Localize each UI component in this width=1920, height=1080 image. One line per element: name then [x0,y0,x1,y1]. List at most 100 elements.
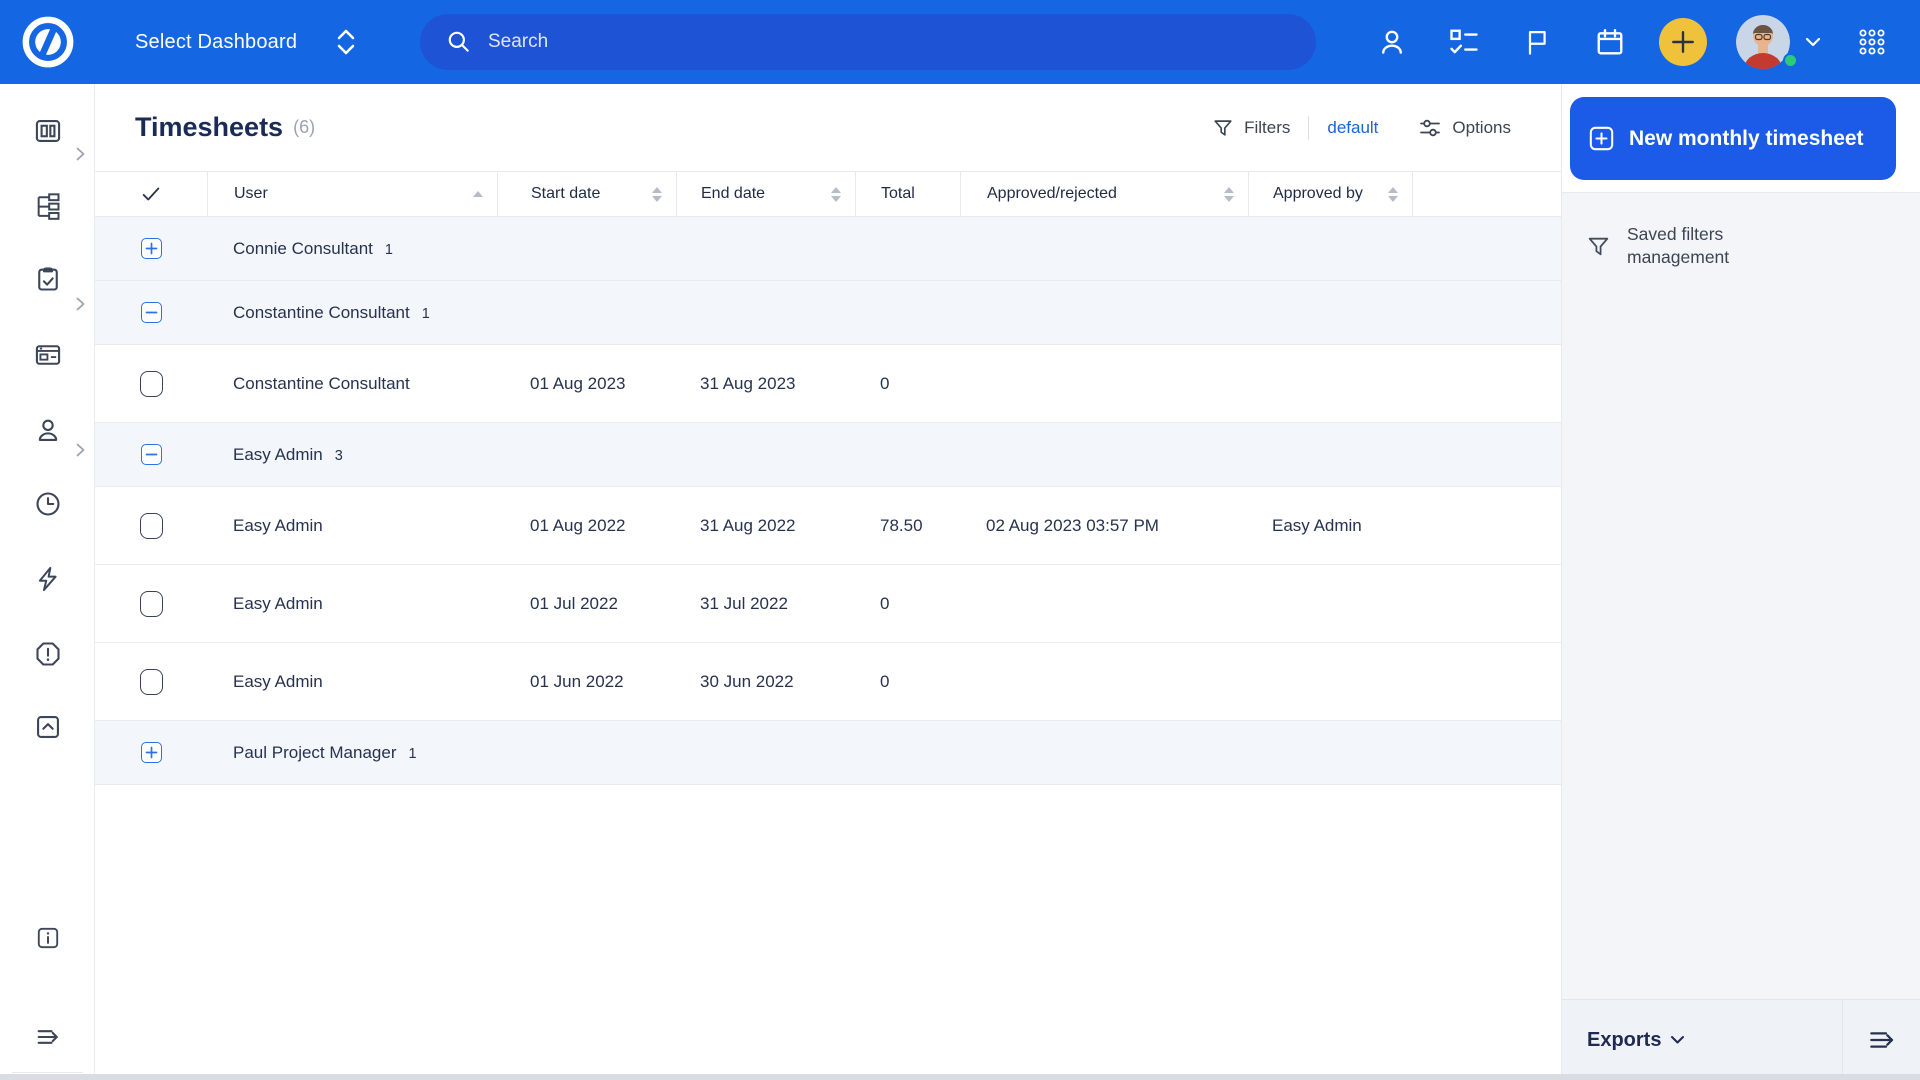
task-list-icon [1450,29,1478,54]
quick-actions-icon [38,566,57,592]
calendar-icon [1597,28,1623,55]
sidebar-item-boards[interactable] [0,331,95,379]
filters-button[interactable]: Filters [1212,117,1290,139]
table-row-group[interactable]: Easy Admin 3 [95,423,1561,487]
project-tree-icon [37,193,59,220]
time-icon [35,492,60,516]
sort-both-icon [1224,186,1234,202]
plus-square-icon [1589,126,1614,151]
sidebar-item-upgrade[interactable] [0,703,95,751]
cell-total: 0 [880,671,890,691]
table-row[interactable]: Constantine Consultant 01 Aug 2023 31 Au… [95,345,1561,423]
cell-total: 0 [880,373,890,393]
column-header-end-date[interactable]: End date [676,172,855,216]
cell-start-date: 01 Jun 2022 [530,671,624,691]
column-header-approved-rejected[interactable]: Approved/rejected [960,172,1248,216]
column-header-start-date[interactable]: Start date [497,172,676,216]
easy-project-logo-icon [22,16,73,68]
minus-icon [145,311,157,314]
row-checkbox[interactable] [139,668,163,695]
user-menu-button[interactable] [1377,27,1407,57]
minus-icon [145,453,157,456]
sidebar-item-tasks[interactable] [0,255,95,457]
cell-end-date: 30 Jun 2022 [700,671,794,691]
avatar-dropdown-chevron[interactable] [1805,37,1821,47]
active-filter-link[interactable]: default [1327,118,1378,138]
flags-menu-button[interactable] [1523,28,1551,56]
quick-add-button[interactable] [1659,18,1707,66]
group-count: 1 [384,241,393,258]
sidebar-item-info[interactable] [0,914,95,962]
group-count: 1 [421,305,430,322]
sidebar-collapse-button[interactable] [0,1013,95,1061]
expand-group-button[interactable] [140,238,162,259]
column-header-user[interactable]: User [207,172,497,216]
row-checkbox[interactable] [139,590,163,617]
collapse-group-button[interactable] [140,302,162,323]
sidebar-item-dashboards[interactable] [0,107,95,161]
dashboard-icon [35,120,60,142]
table-row-group[interactable]: Constantine Consultant 1 [95,281,1561,345]
row-checkbox[interactable] [139,512,163,539]
saved-filters-management[interactable]: Saved filters management [1562,193,1920,269]
dashboard-selector[interactable]: Select Dashboard [135,0,357,84]
sidebar-item-time[interactable] [0,480,95,528]
exports-dropdown[interactable]: Exports [1562,1000,1842,1080]
collapse-sidebar-icon [37,1030,58,1044]
sort-both-icon [831,186,841,202]
table-header: User Start date End date Total Approved/… [95,171,1561,217]
row-checkbox[interactable] [139,370,163,397]
cell-end-date: 31 Aug 2022 [700,515,796,535]
sidebar-item-alerts[interactable] [0,630,95,678]
saved-filters-label: Saved filters management [1627,224,1730,267]
sort-asc-icon [473,191,483,197]
apps-grid-button[interactable] [1859,29,1885,55]
table-row[interactable]: Easy Admin 01 Jun 2022 30 Jun 2022 0 [95,643,1561,721]
new-monthly-timesheet-button[interactable]: New monthly timesheet [1570,97,1896,180]
app-logo[interactable] [0,0,95,84]
avatar-photo [1736,15,1790,69]
cell-approved-rejected: 02 Aug 2023 03:57 PM [986,515,1159,535]
cell-end-date: 31 Aug 2023 [700,373,796,393]
table-row[interactable]: Easy Admin 01 Aug 2022 31 Aug 2022 78.50… [95,487,1561,565]
expand-group-button[interactable] [140,742,162,763]
plus-icon [145,242,157,255]
group-count: 3 [334,447,343,464]
tasks-clipboard-icon [37,267,58,291]
sidebar-item-users[interactable] [0,406,95,454]
table-row-group[interactable]: Connie Consultant 1 [95,217,1561,281]
group-name: Paul Project Manager [233,742,397,762]
column-header-total[interactable]: Total [855,172,960,216]
column-header-empty [1412,172,1561,216]
user-avatar[interactable] [1736,15,1790,69]
table-row[interactable]: Easy Admin 01 Jul 2022 31 Jul 2022 0 [95,565,1561,643]
table-row-group[interactable]: Paul Project Manager 1 [95,721,1561,785]
options-button[interactable]: Options [1418,116,1511,140]
group-name: Easy Admin [233,444,323,464]
exports-label: Exports [1587,1028,1662,1051]
group-name: Constantine Consultant [233,302,410,322]
select-all-header[interactable] [95,172,207,216]
cell-approved-by: Easy Admin [1272,515,1362,535]
cell-user: Easy Admin [233,593,323,613]
chevron-down-icon [1805,37,1821,47]
search-bar[interactable] [420,14,1316,70]
chevron-down-icon [1671,1036,1685,1044]
options-label: Options [1452,117,1511,137]
user-icon [38,419,57,441]
group-name: Connie Consultant [233,238,373,258]
sidebar-item-projects[interactable] [0,182,95,311]
collapse-group-button[interactable] [140,444,162,465]
search-input[interactable] [488,31,1188,53]
cell-total: 0 [880,593,890,613]
filters-label: Filters [1244,117,1291,137]
selector-chevrons-icon [337,29,355,55]
collapse-panel-button[interactable] [1842,1000,1920,1080]
page-count: (6) [293,117,316,137]
tasks-menu-button[interactable] [1449,27,1479,57]
calendar-menu-button[interactable] [1595,27,1625,57]
collapse-panel-icon [1869,1032,1893,1048]
sidebar-item-quick-actions[interactable] [0,555,95,603]
column-header-approved-by[interactable]: Approved by [1248,172,1412,216]
upgrade-icon [36,716,59,738]
